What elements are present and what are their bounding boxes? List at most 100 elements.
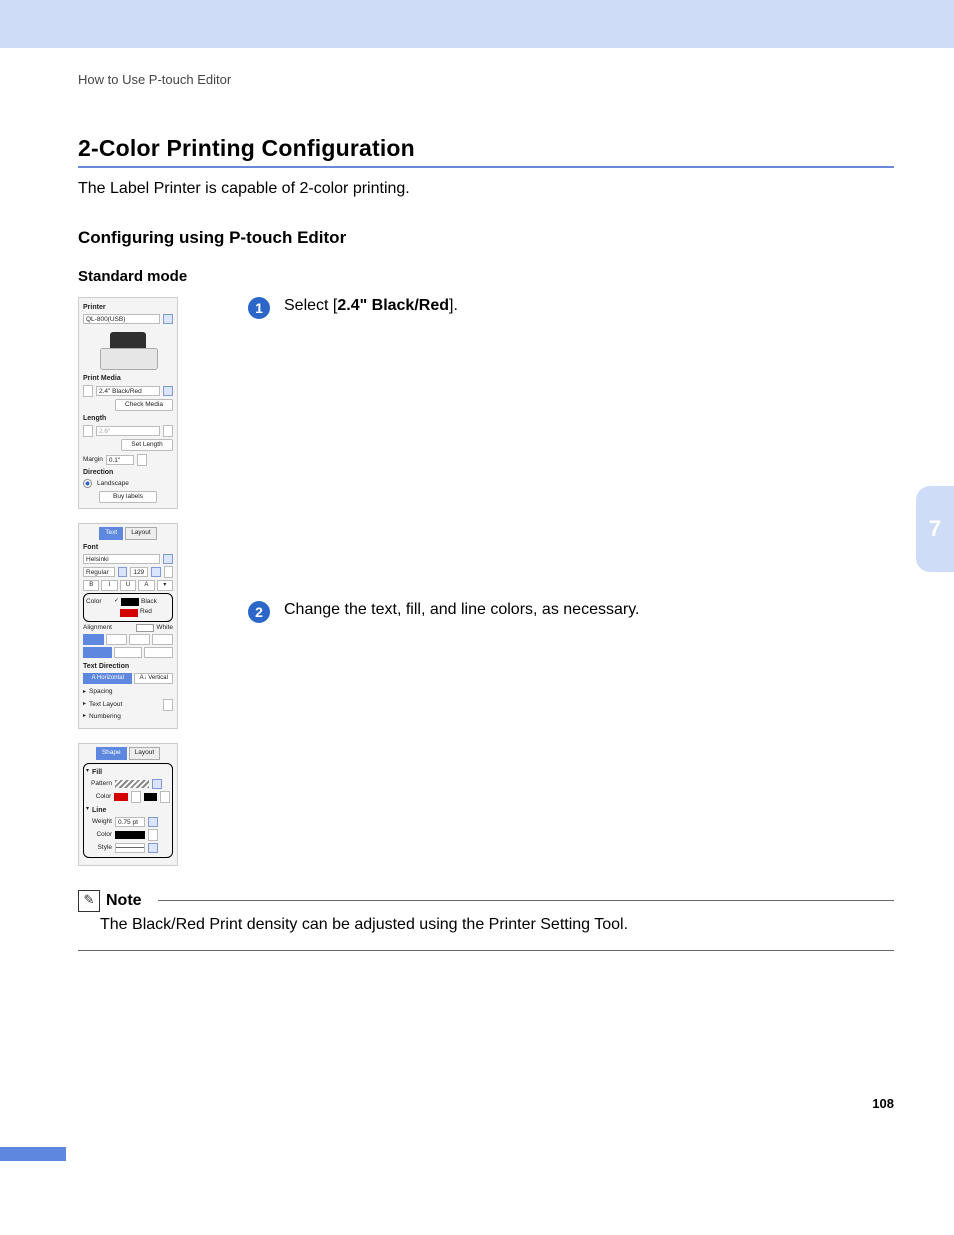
chapter-tab: 7: [916, 486, 954, 572]
chevron-down-icon[interactable]: [148, 843, 158, 853]
media-icon: [83, 385, 93, 397]
fill-line-highlight: ▾Fill Pattern Color ▾Line: [83, 763, 173, 858]
stepper-icon[interactable]: [148, 829, 158, 841]
color-selector-highlight: Color ✓ Black Red: [83, 593, 173, 622]
fill-color2-swatch[interactable]: [144, 793, 158, 801]
line-color-swatch[interactable]: [115, 831, 145, 839]
section-heading: 2-Color Printing Configuration: [78, 135, 894, 162]
spacing-section[interactable]: Spacing: [89, 688, 113, 696]
shape-panel: Shape Layout ▾Fill Pattern Color: [78, 743, 178, 866]
font-a-toggle[interactable]: A: [138, 580, 154, 591]
check-media-button[interactable]: Check Media: [115, 399, 173, 411]
note-pencil-icon: ✎: [78, 890, 100, 912]
valign-bottom[interactable]: [144, 647, 173, 658]
text-layout-section[interactable]: Text Layout: [89, 701, 122, 709]
radio-selected-icon[interactable]: [83, 479, 92, 488]
swatch-white[interactable]: [136, 624, 154, 632]
swatch-black[interactable]: [121, 598, 139, 606]
chevron-down-icon[interactable]: [152, 779, 162, 789]
pattern-label: Pattern: [86, 780, 112, 788]
color-label: Color: [86, 598, 112, 606]
text-layout-icon[interactable]: [163, 699, 173, 711]
stepper-icon[interactable]: [164, 566, 173, 578]
line-color-label: Color: [86, 831, 112, 839]
subsection-heading: Configuring using P-touch Editor: [78, 228, 894, 248]
stepper-icon[interactable]: [160, 791, 170, 803]
color-black-label: Black: [141, 598, 157, 606]
length-field[interactable]: 2.6": [96, 426, 160, 436]
italic-toggle[interactable]: I: [101, 580, 117, 591]
valign-top[interactable]: [83, 647, 112, 658]
font-name-field[interactable]: Helsinki: [83, 554, 160, 564]
chevron-down-icon[interactable]: [148, 817, 158, 827]
align-left[interactable]: [83, 634, 104, 645]
direction-horizontal[interactable]: A Horizontal: [83, 673, 132, 684]
footer-accent-bar: [0, 1147, 66, 1161]
direction-title: Direction: [83, 468, 173, 477]
direction-vertical[interactable]: A↓ Vertical: [134, 673, 173, 684]
margin-label: Margin: [83, 456, 103, 464]
printer-panel: Printer QL-800(USB) Print Media 2.4" Bla…: [78, 297, 178, 509]
valign-middle[interactable]: [114, 647, 143, 658]
alignment-label: Alignment: [83, 624, 113, 632]
weight-label: Weight: [86, 818, 112, 826]
step-1-badge: 1: [248, 297, 270, 319]
step-1-text: Select [2.4" Black/Red].: [284, 297, 458, 315]
buy-labels-button[interactable]: Buy labels: [99, 491, 157, 503]
swatch-red[interactable]: [120, 609, 138, 617]
step-2-badge: 2: [248, 601, 270, 623]
underline-toggle[interactable]: U: [120, 580, 136, 591]
intro-text: The Label Printer is capable of 2-color …: [78, 180, 894, 198]
printer-device-field[interactable]: QL-800(USB): [83, 314, 160, 324]
font-style-field[interactable]: Regular: [83, 567, 115, 577]
note-bottom-rule: [78, 950, 894, 951]
stepper-icon[interactable]: [131, 791, 141, 803]
media-field[interactable]: 2.4" Black/Red: [96, 386, 160, 396]
fill-color-swatch[interactable]: [114, 793, 128, 801]
more-toggle[interactable]: ▾: [157, 580, 173, 591]
tab-shape[interactable]: Shape: [96, 747, 127, 759]
chevron-down-icon[interactable]: [118, 567, 127, 577]
fill-title: Fill: [92, 768, 102, 777]
set-length-button[interactable]: Set Length: [121, 439, 173, 451]
length-title: Length: [83, 414, 173, 423]
color-red-label: Red: [140, 608, 152, 616]
font-size-field[interactable]: 129: [130, 567, 148, 577]
line-title: Line: [92, 806, 106, 815]
text-panel: Text Layout Font Helsinki Regular 129 B: [78, 523, 178, 729]
align-center[interactable]: [106, 634, 127, 645]
numbering-section[interactable]: Numbering: [89, 713, 121, 721]
weight-field[interactable]: 0.75 pt: [115, 817, 145, 827]
printer-illustration: [100, 328, 156, 370]
step-2: 2 Change the text, fill, and line colors…: [248, 601, 894, 623]
color-white-label: White: [156, 624, 173, 632]
screenshots-column: Printer QL-800(USB) Print Media 2.4" Bla…: [78, 297, 178, 866]
tab-text[interactable]: Text: [99, 527, 123, 539]
font-title: Font: [83, 543, 173, 552]
direction-landscape[interactable]: Landscape: [97, 480, 129, 488]
top-accent-bar: [0, 0, 954, 48]
style-label: Style: [86, 844, 112, 852]
bold-toggle[interactable]: B: [83, 580, 99, 591]
line-style-preview: [116, 847, 144, 848]
stepper-icon[interactable]: [163, 425, 173, 437]
stepper-icon[interactable]: [137, 454, 147, 466]
page-number: 108: [872, 1096, 894, 1111]
margin-field[interactable]: 0.1": [106, 455, 134, 465]
print-media-title: Print Media: [83, 374, 173, 383]
mode-heading: Standard mode: [78, 268, 894, 285]
text-direction-title: Text Direction: [83, 662, 173, 671]
chevron-down-icon[interactable]: [163, 386, 173, 396]
tab-layout[interactable]: Layout: [129, 747, 161, 759]
note-body: The Black/Red Print density can be adjus…: [78, 912, 894, 944]
align-justify[interactable]: [152, 634, 173, 645]
pattern-swatch[interactable]: [115, 780, 149, 788]
chevron-down-icon[interactable]: [163, 554, 173, 564]
printer-title: Printer: [83, 303, 173, 312]
chevron-down-icon[interactable]: [163, 314, 173, 324]
fill-color-label: Color: [86, 793, 111, 801]
chevron-down-icon[interactable]: [151, 567, 160, 577]
breadcrumb: How to Use P-touch Editor: [78, 72, 894, 87]
tab-layout[interactable]: Layout: [125, 527, 157, 539]
align-right[interactable]: [129, 634, 150, 645]
